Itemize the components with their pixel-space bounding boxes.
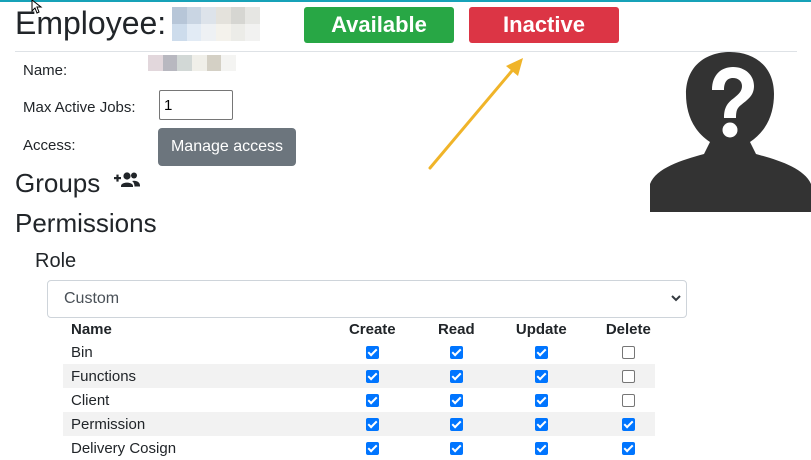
table-row: Functions bbox=[63, 364, 655, 388]
permission-cell-delete bbox=[601, 412, 655, 436]
permission-cell-update bbox=[480, 412, 602, 436]
permission-cell-read bbox=[431, 412, 481, 436]
permission-name: Functions bbox=[63, 364, 313, 388]
permission-cell-update bbox=[480, 364, 602, 388]
permission-name: Client bbox=[71, 391, 110, 409]
page-title: Employee: bbox=[15, 5, 167, 41]
read-checkbox[interactable] bbox=[449, 370, 463, 384]
employee-name-redacted bbox=[172, 7, 260, 41]
create-checkbox[interactable] bbox=[365, 394, 379, 408]
read-checkbox[interactable] bbox=[449, 394, 463, 408]
arrow-annotation bbox=[428, 58, 523, 170]
role-heading: Role bbox=[35, 250, 77, 272]
window-top-border bbox=[0, 0, 811, 2]
permission-name: Bin bbox=[71, 343, 93, 361]
permissions-heading: Permissions bbox=[15, 208, 157, 238]
column-header-create: Create bbox=[348, 320, 396, 338]
name-label: Name: bbox=[23, 62, 68, 79]
delete-checkbox[interactable] bbox=[621, 346, 635, 360]
permission-cell-create bbox=[312, 412, 432, 436]
permissions-table: Name Create Read Update Delete Bin Functi… bbox=[63, 318, 655, 460]
permission-cell-update bbox=[481, 340, 602, 364]
create-checkbox[interactable] bbox=[365, 370, 379, 384]
table-row: Permission bbox=[63, 412, 655, 436]
column-header-delete: Delete bbox=[605, 320, 651, 338]
delete-checkbox[interactable] bbox=[621, 370, 635, 384]
delete-checkbox[interactable] bbox=[621, 394, 635, 408]
groups-heading: Groups bbox=[15, 168, 101, 198]
manage-access-button[interactable]: Manage access bbox=[158, 128, 296, 166]
permission-cell-create bbox=[313, 436, 432, 460]
access-label: Access: bbox=[23, 137, 76, 154]
update-checkbox[interactable] bbox=[534, 418, 548, 432]
create-checkbox[interactable] bbox=[365, 442, 379, 456]
inactive-button[interactable]: Inactive bbox=[469, 7, 619, 43]
create-checkbox[interactable] bbox=[365, 346, 379, 360]
permission-cell-create bbox=[313, 340, 432, 364]
update-checkbox[interactable] bbox=[534, 394, 548, 408]
update-checkbox[interactable] bbox=[534, 346, 548, 360]
permission-cell-read bbox=[432, 436, 481, 460]
read-checkbox[interactable] bbox=[449, 418, 463, 432]
table-row: Client bbox=[63, 388, 655, 412]
table-row: Bin bbox=[63, 340, 655, 364]
permission-cell-delete bbox=[602, 388, 655, 412]
permission-cell-read bbox=[432, 388, 481, 412]
table-header-row: Name Create Read Update Delete bbox=[63, 318, 655, 340]
column-header-name: Name bbox=[71, 320, 112, 338]
permission-cell-create bbox=[312, 364, 432, 388]
role-select[interactable]: Custom bbox=[47, 280, 687, 318]
chevron-down-icon bbox=[671, 295, 681, 302]
delete-checkbox[interactable] bbox=[621, 418, 635, 432]
employee-username-redacted bbox=[148, 55, 236, 71]
permission-name: Permission bbox=[63, 412, 313, 436]
delete-checkbox[interactable] bbox=[621, 442, 635, 456]
permission-cell-update bbox=[481, 436, 602, 460]
permission-cell-delete bbox=[602, 340, 655, 364]
permission-cell-read bbox=[431, 364, 481, 388]
update-checkbox[interactable] bbox=[534, 442, 548, 456]
unknown-person-icon bbox=[650, 52, 811, 212]
column-header-read: Read bbox=[437, 320, 475, 338]
column-header-update: Update bbox=[515, 320, 567, 338]
permission-cell-create bbox=[313, 388, 432, 412]
read-checkbox[interactable] bbox=[449, 442, 463, 456]
max-active-jobs-input[interactable] bbox=[159, 90, 233, 120]
permission-cell-read bbox=[432, 340, 481, 364]
max-active-jobs-label: Max Active Jobs: bbox=[23, 99, 136, 116]
permission-cell-update bbox=[481, 388, 602, 412]
permission-cell-delete bbox=[601, 364, 655, 388]
table-row: Delivery Cosign bbox=[63, 436, 655, 460]
create-checkbox[interactable] bbox=[365, 418, 379, 432]
permission-name: Delivery Cosign bbox=[71, 439, 177, 457]
add-users-icon[interactable] bbox=[114, 171, 140, 189]
available-button[interactable]: Available bbox=[304, 7, 454, 43]
read-checkbox[interactable] bbox=[449, 346, 463, 360]
permission-cell-delete bbox=[602, 436, 655, 460]
update-checkbox[interactable] bbox=[534, 370, 548, 384]
